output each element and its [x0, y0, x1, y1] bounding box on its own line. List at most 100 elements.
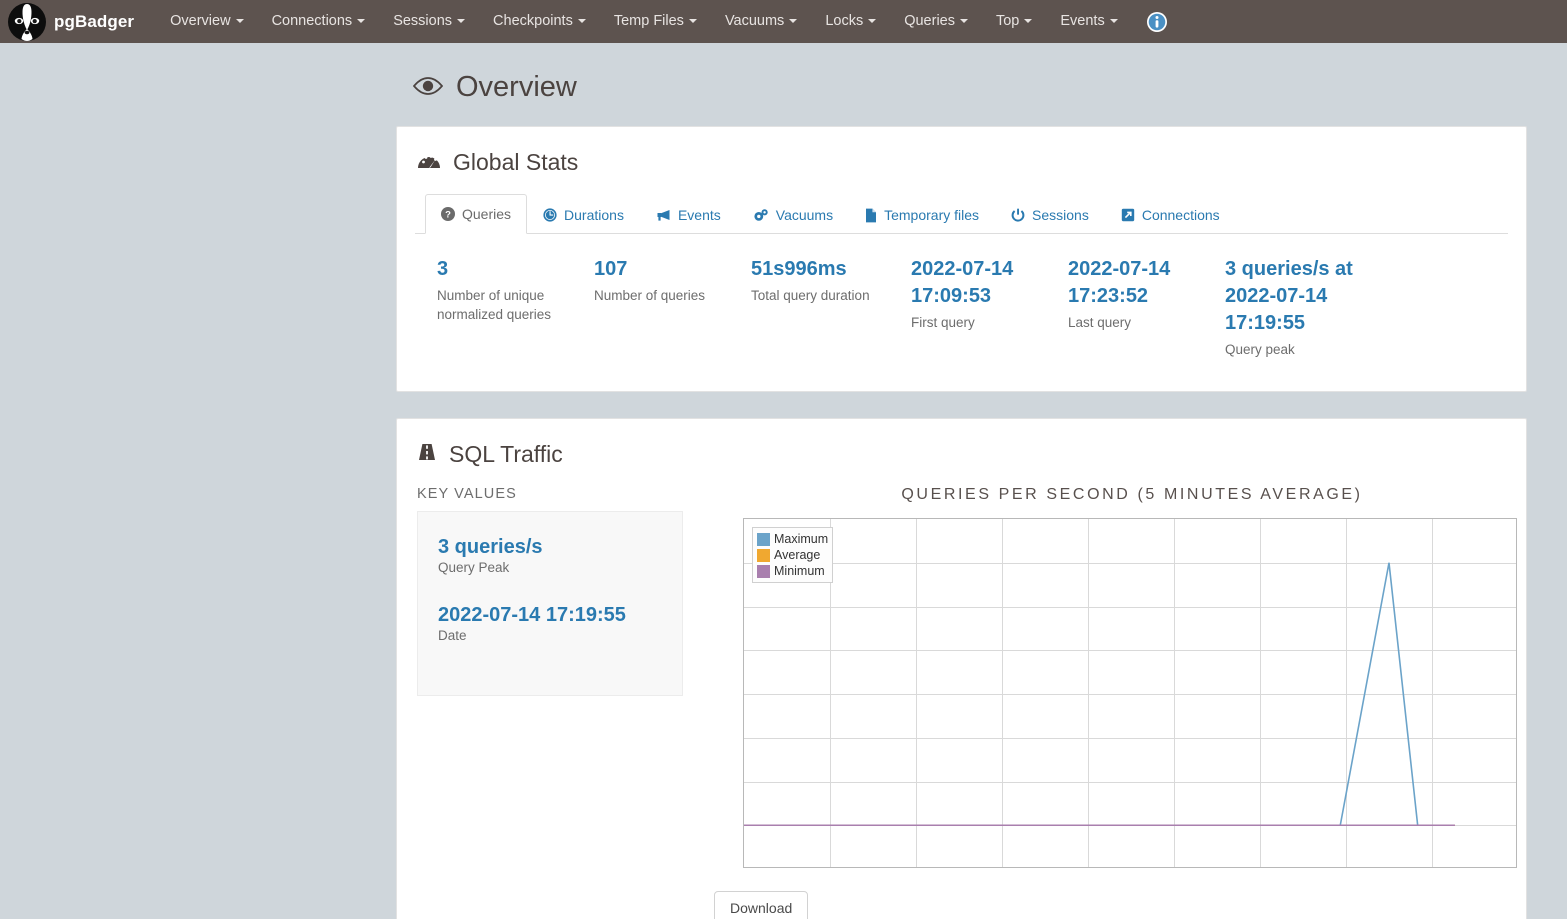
tab-queries[interactable]: ? Queries — [425, 194, 528, 234]
nav-item-checkpoints[interactable]: Checkpoints — [479, 0, 600, 43]
nav-item-sessions[interactable]: Sessions — [379, 0, 479, 43]
nav-item-label: Events — [1060, 13, 1105, 29]
nav-item-events[interactable]: Events — [1046, 0, 1131, 43]
key-value-date-label: Date — [438, 628, 467, 643]
sql-traffic-title: SQL Traffic — [415, 441, 1508, 468]
chevron-down-icon — [959, 19, 968, 23]
stat-value: 2022-07-14 17:09:53 — [911, 258, 1014, 307]
nav-item-vacuums[interactable]: Vacuums — [711, 0, 811, 43]
nav-item-queries[interactable]: Queries — [890, 0, 982, 43]
tab-label: Sessions — [1032, 207, 1089, 223]
stat-query-peak: 3 queries/s at 2022-07-14 17:19:55 Query… — [1225, 256, 1400, 359]
tab-sessions[interactable]: Sessions — [995, 195, 1105, 234]
stat-number-of-queries: 107 Number of queries — [594, 256, 751, 359]
stat-label: Query peak — [1225, 342, 1295, 357]
tab-label: Durations — [564, 207, 624, 223]
nav-item-label: Connections — [271, 13, 353, 29]
chart-x-axis-label: 15:30 — [1072, 867, 1105, 868]
brand-name[interactable]: pgBadger — [54, 12, 134, 32]
svg-text:?: ? — [445, 210, 451, 221]
legend-item[interactable]: Maximum — [757, 531, 828, 547]
chart-x-axis-label: 15:00 — [986, 867, 1019, 868]
stat-total-query-duration: 51s996ms Total query duration — [751, 256, 911, 359]
sql-traffic-body: KEY VALUES 3 queries/s Query Peak 2022-0… — [415, 486, 1517, 919]
chevron-down-icon — [789, 19, 798, 23]
chart-x-axis-label: 16:00 — [1158, 867, 1191, 868]
stat-label: Number of unique normalized queries — [437, 288, 552, 322]
stat-first-query: 2022-07-14 17:09:53 First query — [911, 256, 1068, 359]
chevron-down-icon — [868, 19, 877, 23]
chart-area: -0.500.51.01.52.02.53.03.513:3014:0014:3… — [701, 510, 1523, 875]
global-stats-values: 3 Number of unique normalized queries 10… — [415, 234, 1508, 373]
stat-label: First query — [911, 315, 975, 330]
stat-label: Last query — [1068, 315, 1132, 330]
stat-unique-queries: 3 Number of unique normalized queries — [437, 256, 594, 359]
badger-logo-icon[interactable] — [0, 0, 54, 43]
chart-x-axis-label: 17:30 — [1416, 867, 1449, 868]
legend-swatch-icon — [757, 564, 770, 578]
page-body: Overview Global Stats ? Queries Duration… — [0, 43, 1567, 919]
tab-events[interactable]: Events — [640, 195, 737, 234]
tab-label: Vacuums — [775, 207, 834, 223]
sql-traffic-panel: SQL Traffic KEY VALUES 3 queries/s Query… — [396, 418, 1527, 919]
tab-label: Queries — [462, 206, 512, 222]
info-circle-icon[interactable] — [1132, 0, 1182, 43]
chart-series-maximum — [744, 562, 1455, 827]
nav-item-label: Vacuums — [724, 13, 785, 29]
nav-item-label: Top — [995, 13, 1020, 29]
sign-in-icon — [1121, 208, 1135, 222]
tab-connections[interactable]: Connections — [1105, 195, 1236, 234]
page-title-text: Overview — [456, 71, 577, 103]
chart-x-axis-label: 16:30 — [1244, 867, 1277, 868]
bullhorn-icon — [656, 208, 671, 222]
legend-item[interactable]: Average — [757, 547, 828, 563]
chart-plot-area[interactable]: -0.500.51.01.52.02.53.03.513:3014:0014:3… — [743, 518, 1517, 868]
chevron-down-icon — [688, 19, 697, 23]
tab-label: Temporary files — [884, 207, 980, 223]
tab-label: Connections — [1141, 207, 1220, 223]
gears-icon — [753, 208, 769, 222]
tab-label: Events — [677, 207, 721, 223]
legend-item[interactable]: Minimum — [757, 563, 828, 579]
legend-swatch-icon — [757, 532, 770, 546]
chevron-down-icon — [577, 19, 586, 23]
tab-vacuums[interactable]: Vacuums — [737, 195, 849, 234]
nav-item-connections[interactable]: Connections — [258, 0, 380, 43]
global-stats-title: Global Stats — [415, 149, 1508, 176]
tab-temporary-files[interactable]: Temporary files — [849, 195, 995, 234]
nav-item-label: Sessions — [393, 13, 453, 29]
tab-durations[interactable]: Durations — [527, 195, 640, 234]
chart-x-axis-label: 14:30 — [900, 867, 933, 868]
key-values-heading: KEY VALUES — [417, 486, 517, 502]
stat-value: 51s996ms — [751, 258, 847, 280]
nav-item-overview[interactable]: Overview — [156, 0, 257, 43]
stat-value: 107 — [594, 258, 628, 280]
nav-item-top[interactable]: Top — [982, 0, 1046, 43]
file-icon — [865, 208, 877, 223]
legend-swatch-icon — [757, 548, 770, 562]
global-stats-title-text: Global Stats — [453, 149, 579, 175]
road-icon — [417, 441, 437, 468]
chart-x-axis-label: 14:00 — [814, 867, 847, 868]
power-icon — [1011, 208, 1025, 222]
sql-traffic-title-text: SQL Traffic — [449, 441, 563, 467]
stat-last-query: 2022-07-14 17:23:52 Last query — [1068, 256, 1225, 359]
chevron-down-icon — [357, 19, 366, 23]
eye-icon — [412, 71, 444, 104]
queries-per-second-chart: QUERIES PER SECOND (5 MINUTES AVERAGE) -… — [683, 486, 1523, 919]
chart-title: QUERIES PER SECOND (5 MINUTES AVERAGE) — [901, 486, 1363, 503]
chart-series-layer — [744, 562, 1455, 827]
download-button[interactable]: Download — [714, 891, 809, 919]
chart-legend: Maximum Average Minimum — [752, 527, 834, 583]
chart-x-axis-label: 17:00 — [1330, 867, 1363, 868]
nav-item-locks[interactable]: Locks — [811, 0, 890, 43]
chart-x-axis-label: 18:00 — [1502, 867, 1517, 868]
legend-label: Average — [774, 548, 821, 562]
nav-item-label: Overview — [170, 13, 231, 29]
chevron-down-icon — [1109, 19, 1118, 23]
nav-item-temp-files[interactable]: Temp Files — [600, 0, 711, 43]
global-stats-panel: Global Stats ? Queries Durations Events — [396, 126, 1527, 392]
nav-items: Overview Connections Sessions Checkpoint… — [156, 0, 1132, 43]
stat-value: 3 — [437, 258, 449, 280]
top-navbar: pgBadger Overview Connections Sessions C… — [0, 0, 1567, 43]
